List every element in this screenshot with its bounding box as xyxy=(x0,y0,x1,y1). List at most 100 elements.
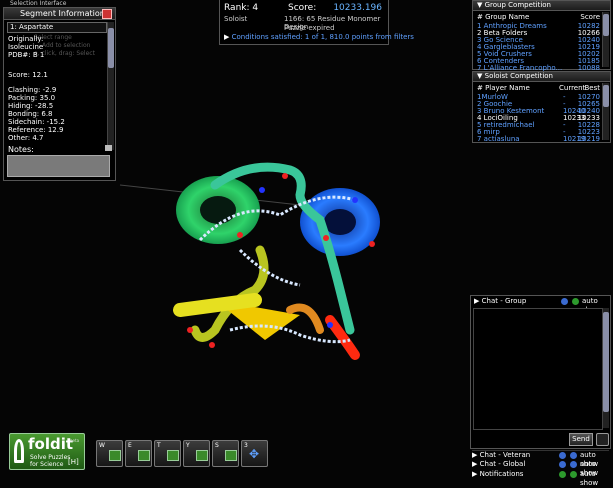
segment-info-scrollbar[interactable] xyxy=(107,22,114,150)
collapse-arrow-icon: ▼ xyxy=(477,72,483,80)
chat-message-area[interactable] xyxy=(473,308,603,430)
segment-dropdown-value: 1: Aspartate xyxy=(10,23,54,31)
auto-show-toggle-icon[interactable] xyxy=(572,298,579,305)
stat-bonding: Bonding: 6.8 xyxy=(8,110,53,118)
chat-group-header[interactable]: ▶ Chat - Group auto show xyxy=(474,297,608,314)
auto-show-toggle-icon[interactable] xyxy=(570,452,577,459)
conditions-expander[interactable]: ▶ Conditions satisfied: 1 of 1, 810.0 po… xyxy=(224,33,414,41)
logo-badge: [H] xyxy=(68,458,79,466)
wiggle-sidechains-button[interactable]: T xyxy=(154,440,181,467)
current-header[interactable]: Current xyxy=(559,84,585,92)
soloist-competition-title: Soloist Competition xyxy=(484,72,553,80)
soloist-competition-titlebar[interactable]: ▼ Soloist Competition xyxy=(473,72,610,82)
shake-sidechains-icon xyxy=(225,450,237,461)
collapse-arrow-icon: ▼ xyxy=(477,1,483,9)
player-role: Soloist xyxy=(224,15,248,23)
hint-text-2: Add to selection xyxy=(42,42,91,49)
rebuild-hotkey: Y xyxy=(186,442,190,449)
info-icon[interactable] xyxy=(559,471,566,478)
stat-clashing: Clashing: -2.9 xyxy=(8,86,57,94)
sidechain-icon xyxy=(167,450,179,461)
stat-sidechain: Sidechain: -15.2 xyxy=(8,118,65,126)
pdb-number: PDB#: B 1 xyxy=(8,51,45,59)
chat-global-label: Chat - Global xyxy=(479,460,526,468)
shake-tool-button[interactable]: E xyxy=(125,440,152,467)
originally-value: Isoleucine xyxy=(8,43,44,51)
shake-hotkey: E xyxy=(128,442,132,449)
segment-info-titlebar[interactable]: Segment Information xyxy=(4,8,115,20)
rebuild-icon xyxy=(196,450,208,461)
notes-label: Notes: xyxy=(8,145,34,154)
close-icon[interactable] xyxy=(102,9,112,19)
player-name-header[interactable]: # Player Name xyxy=(477,84,530,92)
chat-scrollbar[interactable] xyxy=(602,308,609,428)
sidechain-hotkey: T xyxy=(157,442,161,449)
group-competition-title: Group Competition xyxy=(484,1,551,9)
score-value: 10233.196 xyxy=(333,3,382,13)
shake-icon xyxy=(138,450,150,461)
auto-show-toggle-icon[interactable] xyxy=(570,471,577,478)
chat-group-label: Chat - Group xyxy=(481,297,527,305)
soloist-header-row: # Player Name Current Best xyxy=(477,84,600,92)
segment-info-panel: Segment Information 1: Aspartate Select … xyxy=(3,7,116,181)
chat-veteran-label: Chat - Veteran xyxy=(479,451,531,459)
wiggle-tool-button[interactable]: W xyxy=(96,440,123,467)
expand-arrow-icon: ▶ xyxy=(224,33,230,41)
originally-label: Originally: xyxy=(8,35,44,43)
info-icon[interactable] xyxy=(561,298,568,305)
group-scrollbar[interactable] xyxy=(602,12,609,67)
info-icon[interactable] xyxy=(559,461,566,468)
expand-arrow-icon: ▶ xyxy=(472,470,478,478)
rank-label: Rank: 4 xyxy=(224,3,259,13)
logo-beta: beta xyxy=(70,438,80,443)
selection-interface-title: Selection Interface xyxy=(10,0,67,7)
stat-packing: Packing: 35.0 xyxy=(8,94,56,102)
info-icon[interactable] xyxy=(559,452,566,459)
soloist-scrollbar[interactable] xyxy=(602,83,609,140)
group-header-row: # Group Name Score xyxy=(477,13,600,21)
expand-arrow-icon: ▶ xyxy=(472,460,478,468)
logo-tagline-1: Solve Puzzles xyxy=(30,454,71,461)
wiggle-hotkey: W xyxy=(99,442,105,449)
wiggle-icon xyxy=(109,450,121,461)
move-tool-button[interactable]: 3 ✥ xyxy=(241,440,268,467)
chat-options-icon[interactable] xyxy=(596,433,609,446)
group-competition-panel: ▼ Group Competition # Group Name Score 1… xyxy=(472,0,611,72)
move-arrows-icon: ✥ xyxy=(249,447,260,461)
send-button[interactable]: Send xyxy=(569,433,593,446)
expand-arrow-icon: ▶ xyxy=(474,297,480,305)
group-name-header[interactable]: # Group Name xyxy=(477,13,529,21)
segment-info-title: Segment Information xyxy=(20,9,105,18)
stat-hiding: Hiding: -28.5 xyxy=(8,102,54,110)
notifications-label: Notifications xyxy=(479,470,524,478)
conditions-text: Conditions satisfied: 1 of 1, 810.0 poin… xyxy=(231,33,414,41)
notes-icon[interactable] xyxy=(105,145,112,151)
notes-field[interactable] xyxy=(7,155,110,177)
foldit-logo[interactable]: foldit beta Solve Puzzles for Science [H… xyxy=(9,433,85,470)
shake-sidechains-hotkey: S xyxy=(215,442,219,449)
expand-arrow-icon: ▶ xyxy=(472,451,478,459)
rebuild-tool-button[interactable]: Y xyxy=(183,440,210,467)
group-score-header[interactable]: Score xyxy=(580,13,600,21)
notifications-row[interactable]: ▶ Notifications auto show xyxy=(472,470,609,487)
player-name: 7 actiasluna xyxy=(477,135,520,143)
group-competition-titlebar[interactable]: ▼ Group Competition xyxy=(473,1,610,11)
chat-global-row[interactable]: ▶ Chat - Global auto show xyxy=(472,460,609,477)
logo-name: foldit xyxy=(28,435,74,453)
shake-sidechains-button[interactable]: S xyxy=(212,440,239,467)
segment-dropdown[interactable]: 1: Aspartate xyxy=(7,22,107,33)
soloist-competition-panel: ▼ Soloist Competition # Player Name Curr… xyxy=(472,71,611,143)
best-header[interactable]: Best xyxy=(584,84,600,92)
soloist-row[interactable]: 7 actiasluna 10219 10219 xyxy=(477,135,600,143)
send-label: Send xyxy=(572,435,590,443)
auto-show-label: auto show xyxy=(580,470,599,487)
auto-show-toggle-icon[interactable] xyxy=(570,461,577,468)
stat-reference: Reference: 12.9 xyxy=(8,126,64,134)
move-hotkey: 3 xyxy=(244,442,248,449)
player-best: 10219 xyxy=(577,135,600,143)
puzzle-status: Puzzle expired xyxy=(284,24,335,32)
score-label: Score: xyxy=(288,3,317,13)
ribbon-icon xyxy=(14,439,24,463)
stat-other: Other: 4.7 xyxy=(8,134,44,142)
chat-veteran-row[interactable]: ▶ Chat - Veteran auto show xyxy=(472,450,609,468)
